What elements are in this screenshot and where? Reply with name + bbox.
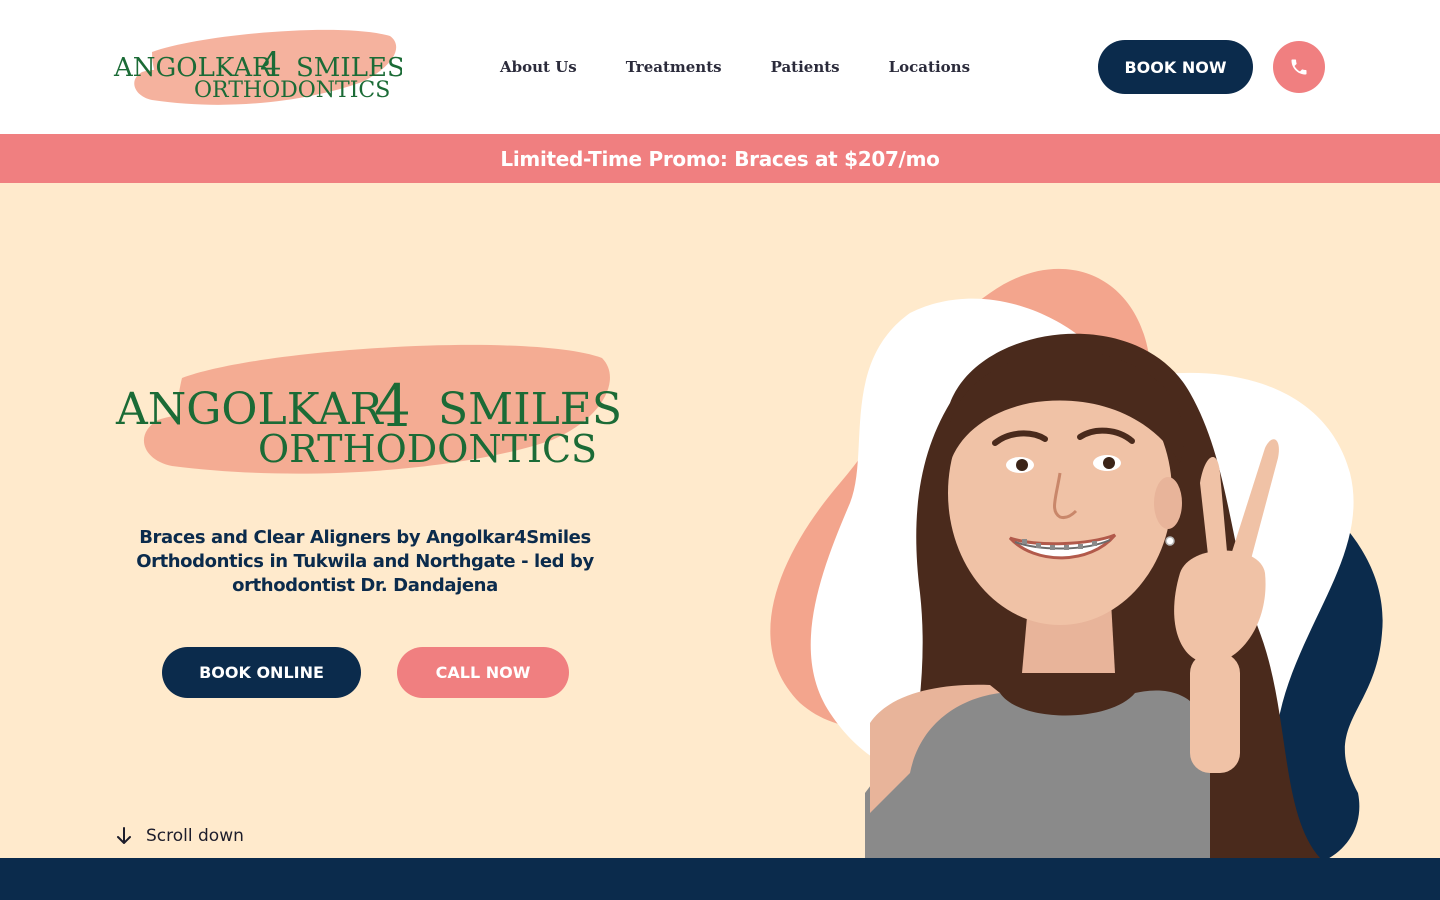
hero-logo-word-orthodontics: ORTHODONTICS — [258, 427, 597, 471]
hero-tagline: Braces and Clear Aligners by Angolkar4Sm… — [136, 527, 594, 596]
main-nav: About Us Treatments Patients Locations — [500, 56, 970, 78]
hero-logo: ANGOLKAR 4 SMILES ORTHODONTICS — [112, 338, 620, 480]
book-now-button[interactable]: BOOK NOW — [1098, 40, 1253, 94]
nav-treatments[interactable]: Treatments — [626, 56, 722, 78]
next-section-band — [0, 858, 1440, 900]
phone-icon — [1291, 59, 1307, 75]
scroll-down-label: Scroll down — [146, 826, 244, 846]
ear — [1154, 477, 1182, 529]
site-header: ANGOLKAR 4 SMILES ORTHODONTICS About Us … — [0, 0, 1440, 134]
hero-illustration — [770, 268, 1383, 858]
hero-section: Braces and Clear Aligners by Angolkar4Sm… — [0, 183, 1440, 858]
arrow-down-icon — [117, 827, 131, 844]
nav-about-us[interactable]: About Us — [500, 56, 577, 78]
book-online-button[interactable]: BOOK ONLINE — [162, 647, 361, 698]
earring — [1165, 536, 1175, 546]
logo-word-orthodontics: ORTHODONTICS — [194, 78, 390, 103]
call-now-button[interactable]: CALL NOW — [397, 647, 569, 698]
header-logo[interactable]: ANGOLKAR 4 SMILES ORTHODONTICS — [112, 26, 402, 108]
nav-locations[interactable]: Locations — [889, 56, 970, 78]
nav-patients[interactable]: Patients — [771, 56, 840, 78]
phone-button[interactable] — [1273, 41, 1325, 93]
promo-banner[interactable]: Limited-Time Promo: Braces at $207/mo — [0, 134, 1440, 183]
promo-text: Limited-Time Promo: Braces at $207/mo — [500, 146, 940, 171]
scroll-down-link[interactable]: Scroll down — [116, 826, 244, 846]
